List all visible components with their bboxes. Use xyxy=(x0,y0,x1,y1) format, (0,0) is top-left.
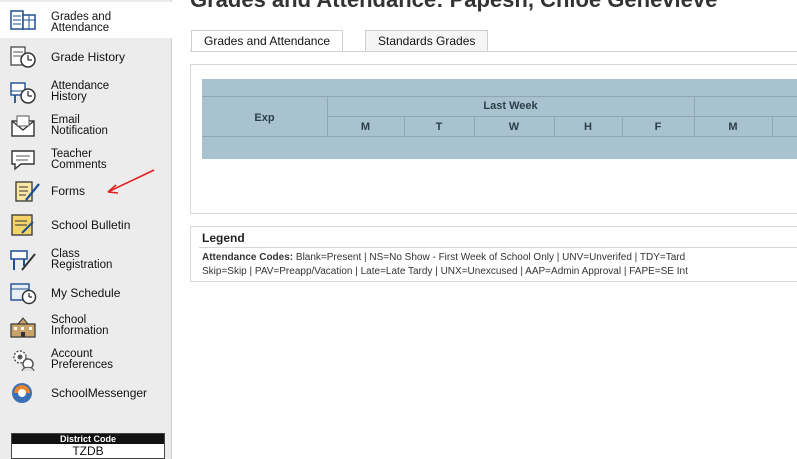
sidebar-item-attendance-history[interactable]: Attendance History xyxy=(0,78,172,106)
column-header-day: F xyxy=(654,121,662,133)
sidebar-item-label: Email Notification xyxy=(51,114,108,137)
email-notification-icon xyxy=(11,115,35,137)
class-registration-icon xyxy=(10,250,36,271)
district-code-title: District Code xyxy=(12,434,164,444)
column-header-exp: Exp xyxy=(254,112,275,124)
legend-panel: Legend Attendance Codes: Blank=Present |… xyxy=(190,226,797,282)
legend-codes-line: Skip=Skip | PAV=Preapp/Vacation | Late=L… xyxy=(202,266,688,277)
teacher-comments-icon xyxy=(11,150,35,171)
column-header-day: H xyxy=(584,121,592,133)
attendance-history-icon xyxy=(10,82,36,104)
sidebar-item-school-bulletin[interactable]: School Bulletin xyxy=(0,212,172,238)
sidebar-item-label: Grade History xyxy=(51,50,126,64)
grade-history-icon xyxy=(10,46,36,68)
sidebar-item-label: Attendance History xyxy=(51,80,110,103)
table-divider xyxy=(202,136,797,137)
tab-grades-and-attendance[interactable]: Grades and Attendance xyxy=(191,30,344,52)
grades-table: Exp Last Week M T W H F M xyxy=(202,79,797,159)
sidebar-item-label: School Bulletin xyxy=(51,218,131,232)
legend-codes-label: Attendance Codes: xyxy=(202,252,294,263)
sidebar-item-label: My Schedule xyxy=(51,286,121,300)
sidebar-item-label: Teacher Comments xyxy=(51,148,107,171)
sidebar-item-grade-history[interactable]: Grade History xyxy=(0,44,172,70)
legend-divider xyxy=(199,247,797,248)
sidebar-item-school-information[interactable]: School Information xyxy=(0,312,172,340)
table-divider xyxy=(327,116,797,117)
district-code-box: District Code TZDB xyxy=(11,433,165,459)
annotation-arrow-icon xyxy=(107,169,155,194)
school-information-icon xyxy=(10,317,36,338)
sidebar-item-label: Forms xyxy=(51,184,85,198)
sidebar-item-label: Account Preferences xyxy=(51,348,114,371)
sidebar-item-email-notification[interactable]: Email Notification xyxy=(0,112,172,140)
column-header-day: M xyxy=(360,121,371,133)
tab-divider xyxy=(190,51,797,52)
sidebar-item-label: School Information xyxy=(51,314,109,337)
column-header-last-week: Last Week xyxy=(483,100,538,112)
my-schedule-icon xyxy=(10,283,37,305)
sidebar-item-label: Grades and Attendance xyxy=(51,11,112,34)
grades-attendance-icon xyxy=(10,10,36,30)
page-title: Grades and Attendance: Papesh, Chloe Gen… xyxy=(190,0,717,13)
table-divider xyxy=(772,116,773,136)
legend-title: Legend xyxy=(202,231,245,245)
sidebar-item-grades-and-attendance[interactable]: Grades and Attendance xyxy=(0,2,172,38)
legend-codes-line: Attendance Codes: Blank=Present | NS=No … xyxy=(202,252,685,263)
column-header-day: T xyxy=(435,121,443,133)
schoolmessenger-icon xyxy=(12,383,32,403)
sidebar-item-label: Class Registration xyxy=(51,248,113,271)
legend-codes-text: Blank=Present | NS=No Show - First Week … xyxy=(295,252,686,263)
sidebar-nav: Grades and Attendance Grade History Atte… xyxy=(0,0,172,459)
school-bulletin-icon xyxy=(11,214,34,236)
sidebar-item-schoolmessenger[interactable]: SchoolMessenger xyxy=(0,380,172,406)
table-divider xyxy=(202,96,797,97)
tab-standards-grades[interactable]: Standards Grades xyxy=(365,30,489,51)
district-code-value: TZDB xyxy=(72,444,104,458)
sidebar-item-class-registration[interactable]: Class Registration xyxy=(0,246,172,274)
sidebar-item-account-preferences[interactable]: Account Preferences xyxy=(0,346,172,374)
sidebar-item-label: SchoolMessenger xyxy=(51,386,148,400)
sidebar-item-my-schedule[interactable]: My Schedule xyxy=(0,280,172,306)
column-header-day: W xyxy=(508,121,520,133)
forms-icon xyxy=(15,181,40,202)
column-header-day: M xyxy=(728,121,738,133)
grades-panel: Exp Last Week M T W H F M xyxy=(190,64,797,214)
account-preferences-icon xyxy=(13,350,35,372)
